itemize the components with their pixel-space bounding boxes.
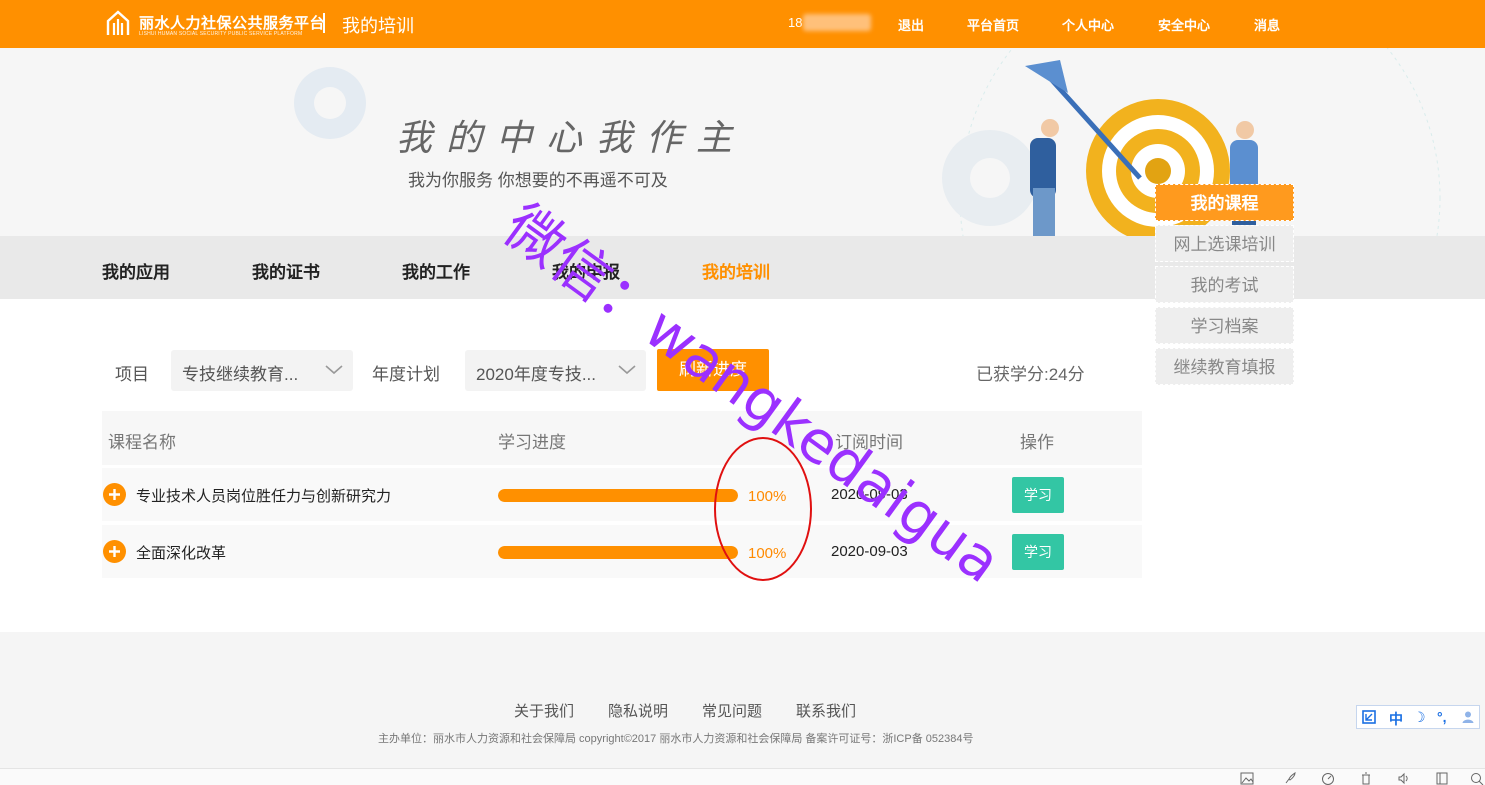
learn-button[interactable]: 学习 (1012, 477, 1064, 513)
platform-name-en: LISHUI HUMAN SOCIAL SECURITY PUBLIC SERV… (139, 31, 303, 37)
platform-logo-icon (106, 10, 130, 35)
banner-title: 我的中心我作主 (396, 118, 747, 159)
side-item-online-course-selection[interactable]: 网上选课培训 (1155, 225, 1294, 262)
user-account[interactable]: 18 (788, 15, 802, 30)
ime-language-toggle[interactable]: 中 (1389, 709, 1403, 729)
chevron-down-icon (325, 365, 343, 375)
annual-plan-select[interactable]: 2020年度专技... (465, 350, 646, 391)
page-title: 我的培训 (342, 16, 414, 36)
project-select[interactable]: 专技继续教育... (171, 350, 353, 391)
side-item-learning-records[interactable]: 学习档案 (1155, 307, 1294, 344)
annual-plan-label: 年度计划 (372, 365, 440, 384)
project-label: 项目 (115, 365, 149, 384)
browser-status-bar (0, 768, 1485, 785)
expand-plus-icon[interactable] (103, 540, 126, 563)
column-subscribe-time: 订阅时间 (835, 433, 903, 452)
course-name: 专业技术人员岗位胜任力与创新研究力 (136, 488, 392, 505)
ime-punctuation-icon[interactable]: °, (1437, 709, 1447, 725)
ime-user-icon[interactable] (1461, 710, 1475, 724)
subscribe-date: 2020-09-03 (831, 543, 908, 560)
annual-plan-select-value: 2020年度专技... (476, 365, 596, 384)
learn-button[interactable]: 学习 (1012, 534, 1064, 570)
side-item-continuing-education-report[interactable]: 继续教育填报 (1155, 348, 1294, 385)
volume-icon[interactable] (1397, 772, 1411, 785)
footer-link-faq[interactable]: 常见问题 (702, 700, 762, 721)
trash-icon[interactable] (1359, 772, 1373, 785)
table-row: 全面深化改革 100% 2020-09-03 学习 (102, 525, 1142, 578)
window-icon[interactable] (1435, 772, 1449, 785)
tab-my-apps[interactable]: 我的应用 (102, 258, 170, 283)
top-header: 丽水人力社保公共服务平台 LISHUI HUMAN SOCIAL SECURIT… (0, 0, 1485, 48)
tab-my-work[interactable]: 我的工作 (402, 258, 470, 283)
tab-my-declarations[interactable]: 我的申报 (552, 258, 620, 283)
column-course-name: 课程名称 (108, 433, 176, 452)
progress-bar (498, 489, 738, 502)
progress-bar-fill (498, 489, 738, 502)
side-item-my-courses[interactable]: 我的课程 (1155, 184, 1294, 221)
rocket-icon[interactable] (1283, 772, 1297, 785)
zoom-icon[interactable] (1470, 772, 1484, 785)
tab-my-certificates[interactable]: 我的证书 (252, 258, 320, 283)
header-divider (323, 13, 325, 33)
footer-copyright: 主办单位：丽水市人力资源和社会保障局 copyright©2017 丽水市人力资… (378, 733, 974, 745)
platform-home-link[interactable]: 平台首页 (967, 15, 1019, 34)
ime-toolbar[interactable]: 中 ☽ °, (1356, 705, 1480, 729)
project-select-value: 专技继续教育... (182, 365, 299, 384)
footer-link-privacy[interactable]: 隐私说明 (608, 700, 668, 721)
earned-credits: 已获学分:24分 (976, 365, 1085, 384)
column-progress: 学习进度 (498, 433, 566, 452)
tab-my-training[interactable]: 我的培训 (702, 258, 770, 283)
footer-link-contact[interactable]: 联系我们 (796, 700, 856, 721)
ime-halfwidth-icon[interactable]: ☽ (1413, 709, 1426, 726)
page-footer: 关于我们 隐私说明 常见问题 联系我们 主办单位：丽水市人力资源和社会保障局 c… (0, 632, 1485, 768)
red-circle-annotation (714, 437, 812, 581)
course-name: 全面深化改革 (136, 545, 227, 562)
platform-name: 丽水人力社保公共服务平台 (139, 15, 326, 32)
course-table-header: 课程名称 学习进度 订阅时间 操作 (102, 411, 1142, 465)
logout-link[interactable]: 退出 (898, 15, 924, 34)
table-row: 专业技术人员岗位胜任力与创新研究力 100% 2020-09-03 学习 (102, 468, 1142, 521)
footer-link-about[interactable]: 关于我们 (514, 700, 574, 721)
personal-center-link[interactable]: 个人中心 (1062, 15, 1114, 34)
column-action: 操作 (1020, 433, 1054, 452)
expand-plus-icon[interactable] (103, 483, 126, 506)
progress-bar (498, 546, 738, 559)
image-icon[interactable] (1240, 772, 1254, 785)
security-center-link[interactable]: 安全中心 (1158, 15, 1210, 34)
subscribe-date: 2020-09-03 (831, 486, 908, 503)
refresh-progress-button[interactable]: 刷新进度 (657, 349, 769, 391)
chevron-down-icon (618, 365, 636, 375)
ime-logo-icon[interactable] (1362, 710, 1376, 724)
speed-icon[interactable] (1321, 772, 1335, 785)
banner-subtitle: 我为你服务 你想要的不再遥不可及 (408, 171, 668, 190)
progress-bar-fill (498, 546, 738, 559)
messages-link[interactable]: 消息 (1254, 15, 1280, 34)
side-item-my-exams[interactable]: 我的考试 (1155, 266, 1294, 303)
user-account-redaction (803, 14, 871, 31)
training-side-menu: 我的课程 网上选课培训 我的考试 学习档案 继续教育填报 (1155, 184, 1294, 389)
